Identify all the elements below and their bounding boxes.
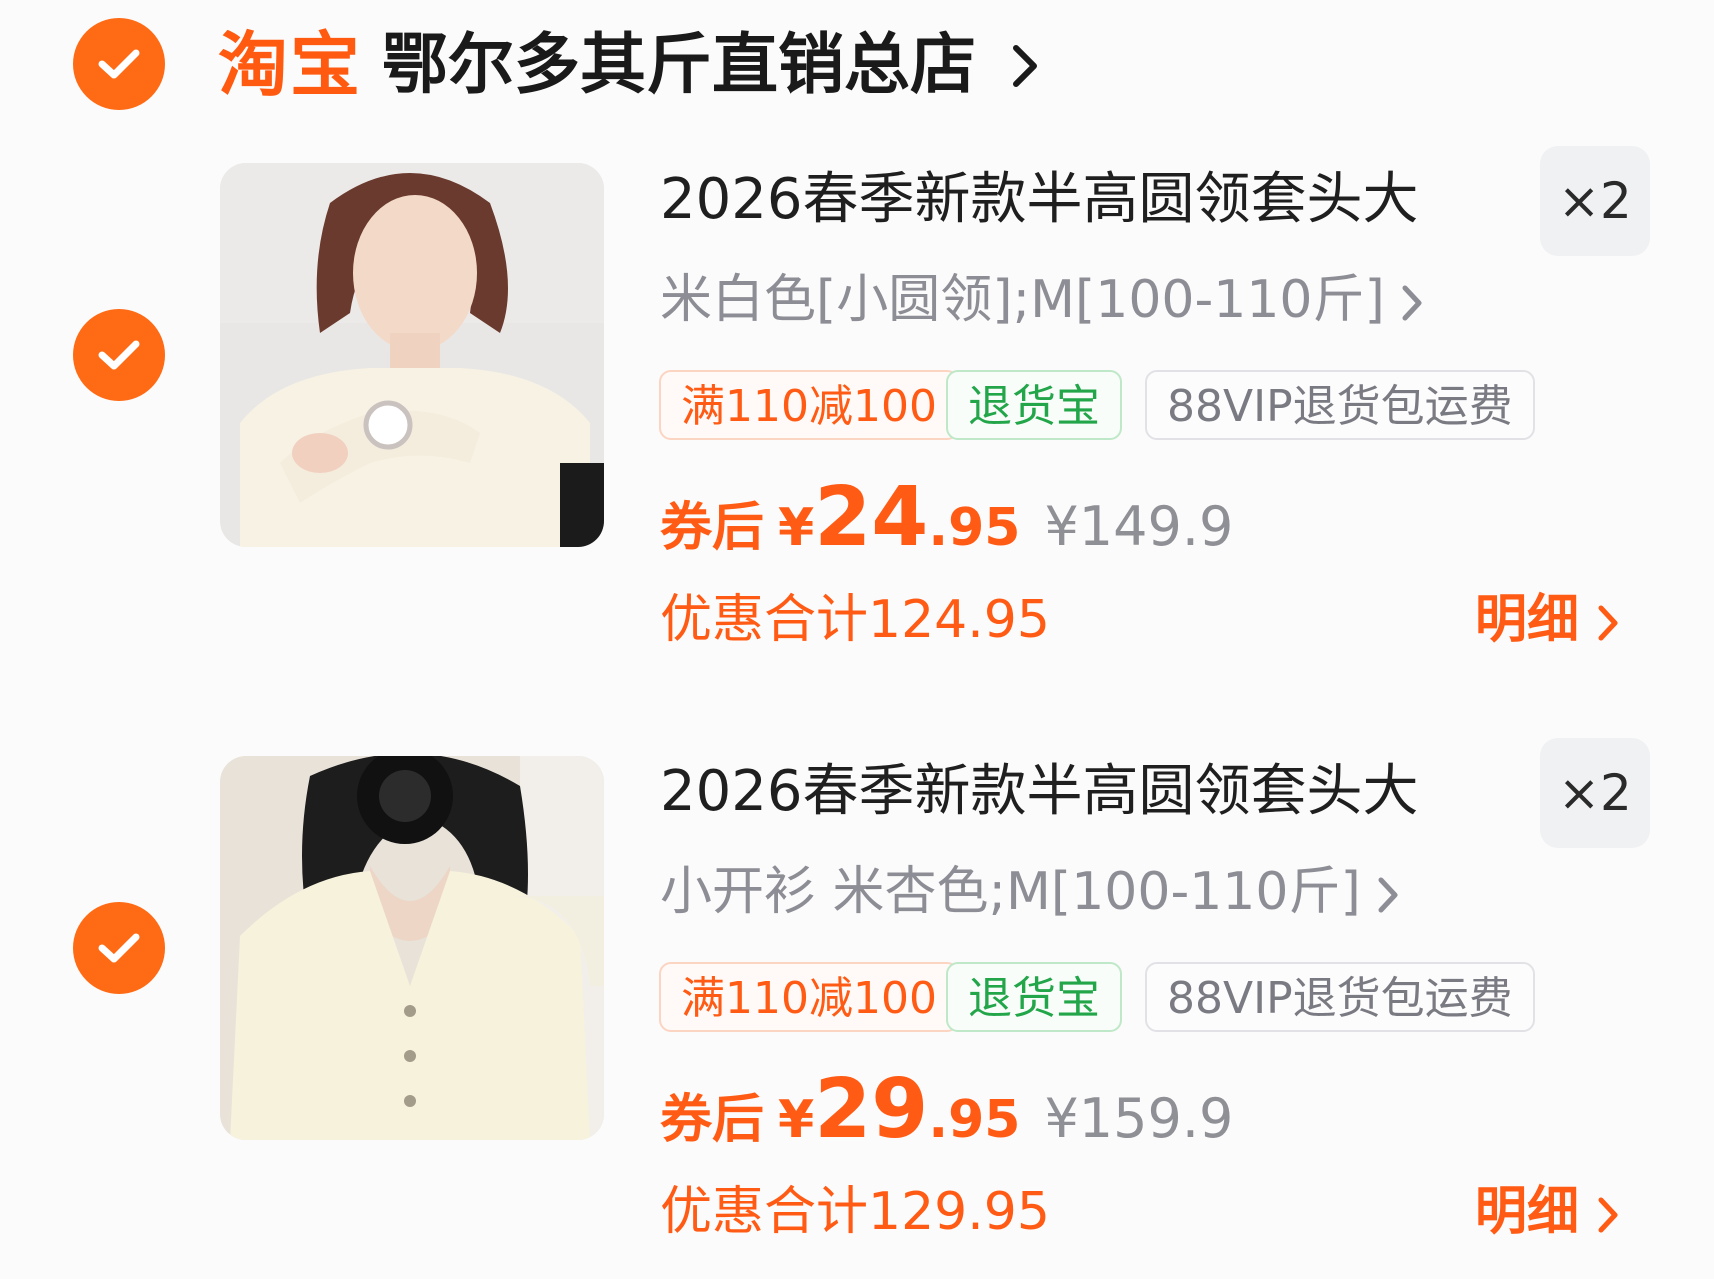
vip-shipping-tag: 88VIP退货包运费: [1145, 370, 1535, 440]
vip-shipping-tag: 88VIP退货包运费: [1145, 962, 1535, 1032]
price-prefix: 券后: [660, 1090, 765, 1150]
sku-selector[interactable]: 小开衫 米杏色;M[100-110斤]: [660, 852, 1399, 932]
coupon-tag: 满110减100: [659, 962, 959, 1032]
product-title[interactable]: 2026春季新款半高圆领套头大: [660, 160, 1460, 240]
sku-text: 米白色[小圆领];M[100-110斤]: [660, 270, 1385, 330]
discount-total: 优惠合计129.95: [660, 1182, 1050, 1242]
currency-symbol: ¥: [778, 1090, 815, 1150]
shop-name[interactable]: 鄂尔多其斤直销总店: [382, 20, 976, 110]
product-image[interactable]: [220, 163, 604, 547]
chevron-right-icon: [1378, 877, 1398, 913]
quantity-badge[interactable]: ×2: [1540, 738, 1650, 848]
currency-symbol: ¥: [778, 498, 815, 558]
price-integer: 24: [814, 470, 929, 565]
detail-label: 明细: [1475, 590, 1580, 650]
product-image[interactable]: [220, 756, 604, 1140]
detail-label: 明细: [1475, 1182, 1580, 1242]
chevron-right-icon: [1598, 1197, 1618, 1233]
price-decimal: .95: [928, 1090, 1021, 1150]
item-select-checkbox[interactable]: [73, 902, 165, 994]
quantity-badge[interactable]: ×2: [1540, 146, 1650, 256]
check-icon: [98, 340, 140, 370]
sku-text: 小开衫 米杏色;M[100-110斤]: [660, 862, 1361, 922]
price-decimal: .95: [928, 498, 1021, 558]
price-row: 券后 ¥29.95 ¥159.9: [660, 1062, 1233, 1157]
original-price: ¥159.9: [1044, 1087, 1234, 1150]
original-price: ¥149.9: [1044, 495, 1234, 558]
check-icon: [98, 933, 140, 963]
discount-total: 优惠合计124.95: [660, 590, 1050, 650]
item-select-checkbox[interactable]: [73, 309, 165, 401]
price-row: 券后 ¥24.95 ¥149.9: [660, 470, 1233, 565]
coupon-tag: 满110减100: [659, 370, 959, 440]
chevron-right-icon: [1402, 285, 1422, 321]
chevron-right-icon[interactable]: [1010, 42, 1042, 90]
return-insurance-tag: 退货宝: [946, 962, 1122, 1032]
price-integer: 29: [814, 1062, 929, 1157]
price-prefix: 券后: [660, 498, 765, 558]
taobao-logo: 淘宝: [218, 24, 362, 106]
product-title[interactable]: 2026春季新款半高圆领套头大: [660, 752, 1460, 832]
chevron-right-icon: [1598, 605, 1618, 641]
shop-select-checkbox[interactable]: [73, 18, 165, 110]
return-insurance-tag: 退货宝: [946, 370, 1122, 440]
check-icon: [98, 49, 140, 79]
discount-detail-link[interactable]: 明细: [1475, 1172, 1619, 1252]
discount-detail-link[interactable]: 明细: [1475, 580, 1619, 660]
sku-selector[interactable]: 米白色[小圆领];M[100-110斤]: [660, 260, 1423, 340]
